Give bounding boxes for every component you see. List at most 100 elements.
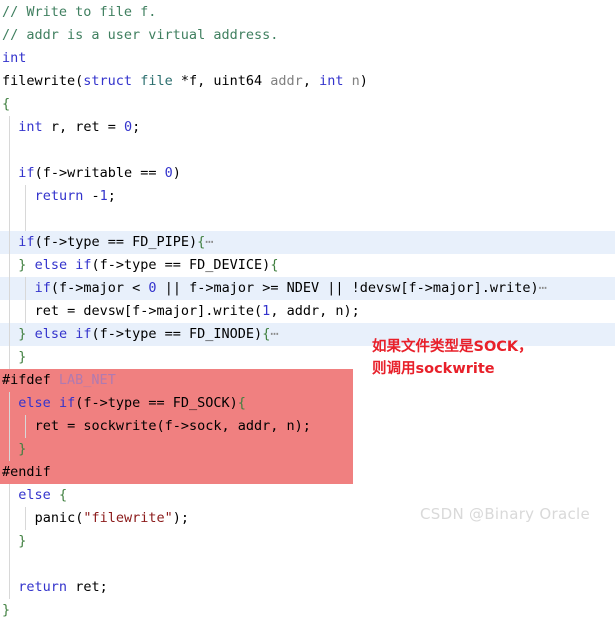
code-line-text: } bbox=[0, 438, 26, 461]
code-token: , bbox=[302, 73, 320, 89]
code-line[interactable]: { bbox=[0, 93, 615, 116]
code-token: int bbox=[18, 119, 43, 135]
code-token: { bbox=[2, 96, 11, 112]
code-token: , bbox=[270, 303, 287, 319]
code-token: || bbox=[327, 280, 344, 296]
code-token: (f->type == FD_PIPE) bbox=[34, 234, 198, 250]
code-token: , n); bbox=[319, 303, 360, 319]
code-token: ⋯ bbox=[270, 326, 279, 342]
code-token: #ifdef bbox=[2, 372, 51, 388]
code-token: ; bbox=[107, 188, 116, 204]
code-token: { bbox=[237, 395, 246, 411]
code-line[interactable]: else if(f->type == FD_SOCK){ bbox=[0, 392, 615, 415]
code-line[interactable]: int bbox=[0, 47, 615, 70]
code-line-text: #ifdef LAB_NET bbox=[0, 369, 116, 392]
code-token: if bbox=[75, 326, 92, 342]
code-token: - bbox=[83, 188, 100, 204]
code-line-text: } bbox=[0, 599, 10, 622]
code-token: !devsw[f->major].write) bbox=[343, 280, 539, 296]
code-line[interactable]: // addr is a user virtual address. bbox=[0, 24, 615, 47]
code-line[interactable]: int r, ret = 0; bbox=[0, 116, 615, 139]
code-token: ); bbox=[172, 510, 190, 526]
code-token: { bbox=[58, 487, 68, 503]
code-line[interactable]: filewrite(struct file *f, uint64 addr, i… bbox=[0, 70, 615, 93]
code-line[interactable]: } else if(f->type == FD_DEVICE){ bbox=[0, 254, 615, 277]
code-token: 0 bbox=[148, 280, 157, 296]
indent-guide bbox=[9, 208, 10, 231]
code-line-text: else { bbox=[0, 484, 67, 507]
code-token: if bbox=[34, 280, 51, 296]
code-token: (f->writable == bbox=[34, 165, 165, 181]
code-token: || bbox=[164, 280, 181, 296]
code-token: } bbox=[2, 602, 11, 618]
code-line[interactable]: if(f->major < 0 || f->major >= NDEV || !… bbox=[0, 277, 615, 300]
code-line[interactable]: return ret; bbox=[0, 576, 615, 599]
code-line[interactable]: ret = devsw[f->major].write(1, addr, n); bbox=[0, 300, 615, 323]
indent-guide bbox=[25, 208, 27, 231]
code-token: // Write to file f. bbox=[2, 4, 157, 20]
code-token: ) bbox=[172, 165, 181, 181]
code-token: { bbox=[270, 257, 279, 273]
code-token: else bbox=[34, 326, 68, 342]
code-lines-container[interactable]: // Write to file f. // addr is a user vir… bbox=[0, 1, 615, 622]
code-token: } bbox=[18, 441, 27, 457]
code-token: 0 bbox=[123, 119, 133, 135]
code-token: if bbox=[58, 395, 76, 411]
code-line[interactable]: } bbox=[0, 530, 615, 553]
code-token: addr bbox=[286, 303, 320, 319]
code-token: 0 bbox=[164, 165, 173, 181]
code-token: } bbox=[18, 533, 27, 549]
code-token: panic( bbox=[34, 510, 84, 526]
code-token: (f->type == FD_DEVICE) bbox=[91, 257, 271, 273]
code-line[interactable]: #endif bbox=[0, 461, 615, 484]
code-line-text: filewrite(struct file *f, uint64 addr, i… bbox=[0, 70, 368, 93]
code-token: LAB_NET bbox=[58, 372, 116, 388]
code-line-text: // Write to file f. bbox=[0, 1, 156, 24]
code-token: ret = sockwrite(f->sock, addr, n); bbox=[34, 418, 311, 434]
code-line-text: } else if(f->type == FD_DEVICE){ bbox=[0, 254, 278, 277]
code-line-text: if(f->type == FD_PIPE){⋯ bbox=[0, 231, 213, 254]
code-line[interactable]: return -1; bbox=[0, 185, 615, 208]
code-line[interactable]: } bbox=[0, 599, 615, 622]
code-line-text: panic("filewrite"); bbox=[0, 507, 189, 530]
code-line[interactable]: } bbox=[0, 438, 615, 461]
code-line-text: ret = sockwrite(f->sock, addr, n); bbox=[0, 415, 311, 438]
code-token: ; bbox=[132, 119, 141, 135]
code-line[interactable]: // Write to file f. bbox=[0, 1, 615, 24]
code-token: if bbox=[18, 234, 35, 250]
code-line-text: // addr is a user virtual address. bbox=[0, 24, 278, 47]
code-token: if bbox=[18, 165, 35, 181]
code-token: *f, bbox=[172, 73, 214, 89]
code-line-text: int r, ret = 0; bbox=[0, 116, 140, 139]
code-editor[interactable]: // Write to file f. // addr is a user vir… bbox=[0, 0, 615, 618]
code-line[interactable]: if(f->writable == 0) bbox=[0, 162, 615, 185]
code-line[interactable] bbox=[0, 139, 615, 162]
code-line[interactable]: if(f->type == FD_PIPE){⋯ bbox=[0, 231, 615, 254]
annotation-note: 如果文件类型是SOCK， 则调用sockwrite bbox=[372, 339, 533, 377]
code-token: struct bbox=[83, 73, 133, 89]
code-line[interactable]: ret = sockwrite(f->sock, addr, n); bbox=[0, 415, 615, 438]
code-line-text: #endif bbox=[0, 461, 51, 484]
code-token: file bbox=[140, 73, 173, 89]
csdn-watermark: CSDN @Binary Oracle bbox=[420, 505, 591, 523]
code-line[interactable] bbox=[0, 208, 615, 231]
code-token: 1 bbox=[99, 188, 108, 204]
code-line[interactable] bbox=[0, 553, 615, 576]
code-token: ) bbox=[359, 73, 368, 89]
code-line-text: } bbox=[0, 346, 26, 369]
code-line-text: ret = devsw[f->major].write(1, addr, n); bbox=[0, 300, 360, 323]
code-token: return bbox=[34, 188, 84, 204]
code-token: r, ret = bbox=[42, 119, 124, 135]
code-token: (f->major < bbox=[50, 280, 149, 296]
code-token: ⋯ bbox=[538, 280, 547, 296]
code-line-text: if(f->writable == 0) bbox=[0, 162, 181, 185]
code-token: // addr is a user virtual address. bbox=[2, 27, 279, 43]
code-line[interactable]: else { bbox=[0, 484, 615, 507]
